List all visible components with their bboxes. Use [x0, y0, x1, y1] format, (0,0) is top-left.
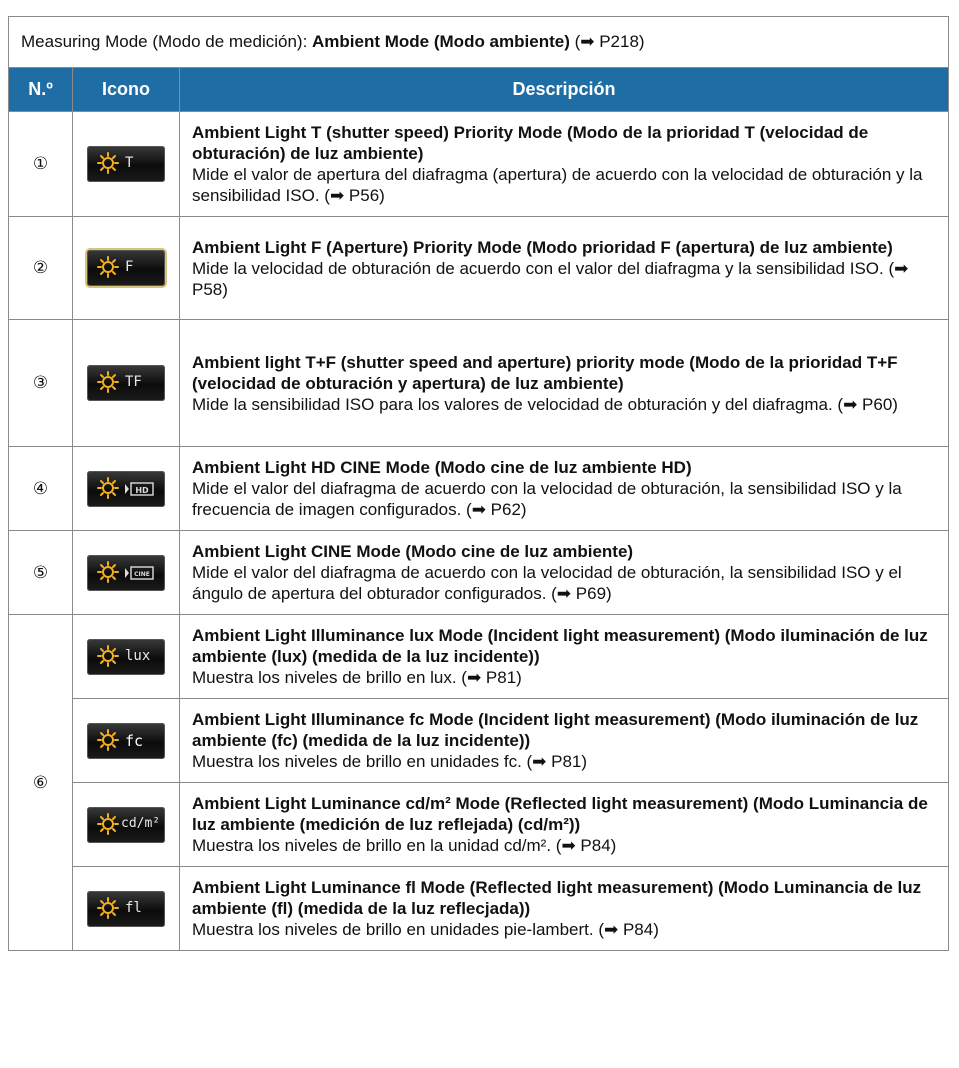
ambient-T-icon: T — [87, 146, 165, 182]
row-title: Ambient Light HD CINE Mode (Modo cine de… — [192, 458, 692, 477]
caption-mode: Ambient Mode (Modo ambiente) — [312, 32, 570, 51]
sun-icon — [97, 812, 119, 835]
row-title: Ambient light T+F (shutter speed and ape… — [192, 352, 898, 393]
icon-label: CINE — [134, 571, 150, 578]
ambient-cine-icon: CINE — [87, 554, 165, 591]
table-row: ① T Ambient Light T (shutter speed) Prio… — [8, 111, 950, 217]
row-number: ④ — [8, 446, 73, 531]
ambient-hd-cine-icon: HD — [87, 470, 165, 507]
sun-icon — [97, 371, 119, 393]
row-title: Ambient Light Luminance cd/m² Mode (Refl… — [192, 794, 928, 834]
row-number: ⑤ — [8, 530, 73, 615]
icon-label: HD — [135, 486, 149, 495]
row-body: Mide el valor del diafragma de acuerdo c… — [192, 479, 902, 519]
icon-label: fl — [125, 899, 142, 916]
table-row: ④ HD Ambient Light HD CINE Mode (Modo ci… — [8, 446, 950, 531]
row-body: Mide la velocidad de obturación de acuer… — [192, 258, 909, 299]
film-hd-icon: HD — [125, 481, 154, 496]
ambient-fl-icon: fl — [87, 890, 165, 927]
ambient-TF-icon: TF — [87, 365, 165, 401]
table-row: fl Ambient Light Luminance fl Mode (Refl… — [9, 866, 950, 951]
caption-prefix: Measuring Mode (Modo de medición): — [21, 32, 313, 51]
row-title: Ambient Light Luminance fl Mode (Reflect… — [192, 878, 922, 918]
table-caption-row: Measuring Mode (Modo de medición): Ambie… — [7, 16, 950, 68]
header-icon: Icono — [72, 67, 180, 112]
row-body: Muestra los niveles de brillo en la unid… — [192, 836, 617, 855]
sun-icon — [97, 476, 119, 499]
table-header-row: N.º Icono Descripción — [8, 67, 950, 112]
row-title: Ambient Light F (Aperture) Priority Mode… — [192, 237, 893, 257]
row-body: Mide el valor del diafragma de acuerdo c… — [192, 563, 902, 603]
table-row: ③ TF Ambient light T+F (shutter speed an… — [8, 319, 950, 447]
ambient-cdm2-icon: cd/m² — [87, 806, 165, 843]
row-body: Mide la sensibilidad ISO para los valore… — [192, 394, 898, 414]
ambient-F-icon: F — [87, 250, 165, 286]
row-body: Muestra los niveles de brillo en unidade… — [192, 752, 588, 771]
row-number: ② — [8, 216, 73, 320]
row-number: ① — [8, 111, 73, 217]
row-body: Muestra los niveles de brillo en lux. (➡… — [192, 668, 522, 687]
row-title: Ambient Light T (shutter speed) Priority… — [192, 123, 869, 163]
table-row: ⑤ CINE Ambient Light CINE Mode (Modo cin… — [8, 530, 950, 615]
ambient-mode-table: Measuring Mode (Modo de medición): Ambie… — [7, 16, 950, 951]
row-number: ⑥ — [8, 614, 73, 951]
header-desc: Descripción — [178, 67, 950, 112]
row-title: Ambient Light Illuminance lux Mode (Inci… — [192, 626, 928, 666]
icon-label: TF — [125, 374, 142, 390]
sun-icon — [97, 896, 119, 919]
table-row: fc Ambient Light Illuminance fc Mode (In… — [9, 698, 950, 783]
ambient-mode-table-container: Measuring Mode (Modo de medición): Ambie… — [7, 16, 950, 951]
header-num: N.º — [8, 67, 73, 112]
row-title: Ambient Light Illuminance fc Mode (Incid… — [192, 710, 919, 750]
sun-icon — [97, 728, 119, 751]
caption-ref: (➡ P218) — [569, 32, 645, 51]
sun-icon — [97, 256, 119, 278]
table-row: ② F Ambient Light F (Aperture) Priority … — [8, 216, 950, 320]
sun-icon — [97, 644, 119, 667]
table-row: ⑥ lux Ambient Light Illuminance lux Mode… — [8, 614, 950, 951]
row-body: Muestra los niveles de brillo en unidade… — [192, 920, 659, 939]
table-caption: Measuring Mode (Modo de medición): Ambie… — [7, 16, 950, 68]
ambient-fc-icon: fc — [87, 722, 165, 759]
sun-icon — [97, 560, 119, 583]
row-body: Mide el valor de apertura del diafragma … — [192, 165, 923, 205]
row-title: Ambient Light CINE Mode (Modo cine de lu… — [192, 542, 634, 561]
film-cine-icon: CINE — [125, 565, 154, 580]
icon-label: lux — [125, 647, 151, 664]
row-number: ③ — [8, 319, 73, 447]
icon-label: F — [125, 259, 134, 275]
icon-label: T — [125, 155, 134, 171]
sun-icon — [97, 152, 119, 174]
table-row: cd/m² Ambient Light Luminance cd/m² Mode… — [9, 782, 950, 867]
icon-label: cd/m² — [121, 815, 161, 831]
icon-label: fc — [125, 731, 144, 750]
ambient-lux-icon: lux — [87, 638, 165, 675]
